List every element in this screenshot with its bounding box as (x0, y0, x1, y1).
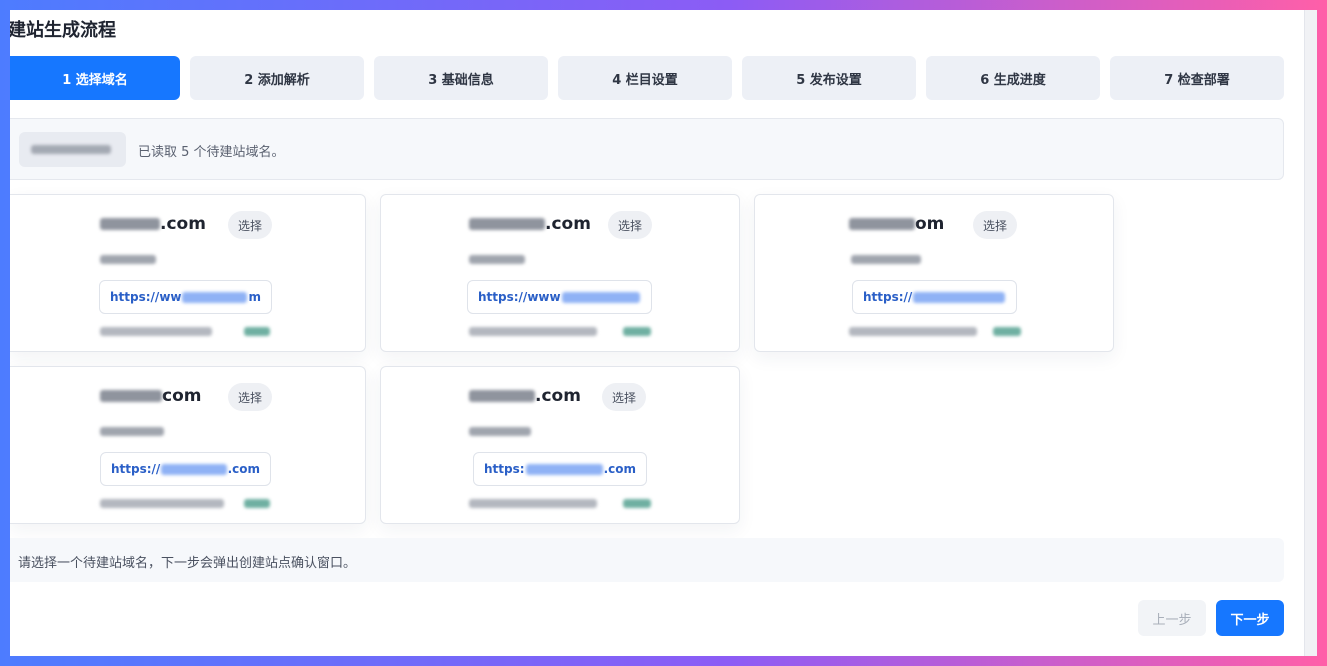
select-button[interactable]: 选择 (973, 211, 1017, 239)
site-url[interactable]: https://ww m (99, 280, 272, 314)
vertical-scrollbar[interactable] (1304, 10, 1317, 656)
tab-step-3[interactable]: 3 基础信息 (374, 56, 548, 100)
source-chip[interactable] (19, 132, 126, 167)
select-button[interactable]: 选择 (228, 211, 272, 239)
domain-name: com (100, 386, 201, 406)
site-url[interactable]: https: .com (473, 452, 647, 486)
domain-name: .com (469, 386, 581, 406)
domain-name: om (849, 214, 944, 234)
site-url[interactable]: https://.com (100, 452, 271, 486)
page-title: 建站生成流程 (10, 20, 116, 41)
tab-step-5[interactable]: 5 发布设置 (742, 56, 916, 100)
tab-step-1[interactable]: 1 选择域名 (10, 56, 180, 100)
domain-card[interactable]: .com 选择 https://ww m (10, 194, 366, 352)
domain-card[interactable]: .com 选择 https://www (380, 194, 740, 352)
summary-text: 已读取 5 个待建站域名。 (138, 145, 285, 160)
select-button[interactable]: 选择 (608, 211, 652, 239)
site-url[interactable]: https:// (852, 280, 1017, 314)
hint-text: 请选择一个待建站域名，下一步会弹出创建站点确认窗口。 (18, 556, 357, 571)
hint-bar: 请选择一个待建站域名，下一步会弹出创建站点确认窗口。 (10, 538, 1284, 582)
previous-step-button[interactable]: 上一步 (1138, 600, 1206, 636)
wizard-window: 建站生成流程 1 选择域名 2 添加解析 3 基础信息 4 栏目设置 5 发布设… (10, 10, 1317, 656)
step-tabs: 1 选择域名 2 添加解析 3 基础信息 4 栏目设置 5 发布设置 6 生成进… (10, 56, 1284, 100)
tab-step-2[interactable]: 2 添加解析 (190, 56, 364, 100)
domain-card[interactable]: .com 选择 https: .com (380, 366, 740, 524)
domain-name: .com (100, 214, 206, 234)
tab-step-7[interactable]: 7 检查部署 (1110, 56, 1284, 100)
domain-name: .com (469, 214, 591, 234)
tab-step-6[interactable]: 6 生成进度 (926, 56, 1100, 100)
domain-card[interactable]: om 选择 https:// (754, 194, 1114, 352)
site-url[interactable]: https://www (467, 280, 652, 314)
domain-card[interactable]: com 选择 https://.com (10, 366, 366, 524)
select-button[interactable]: 选择 (228, 383, 272, 411)
next-step-button[interactable]: 下一步 (1216, 600, 1284, 636)
tab-step-4[interactable]: 4 栏目设置 (558, 56, 732, 100)
select-button[interactable]: 选择 (602, 383, 646, 411)
domain-summary-bar: 已读取 5 个待建站域名。 (10, 118, 1284, 180)
